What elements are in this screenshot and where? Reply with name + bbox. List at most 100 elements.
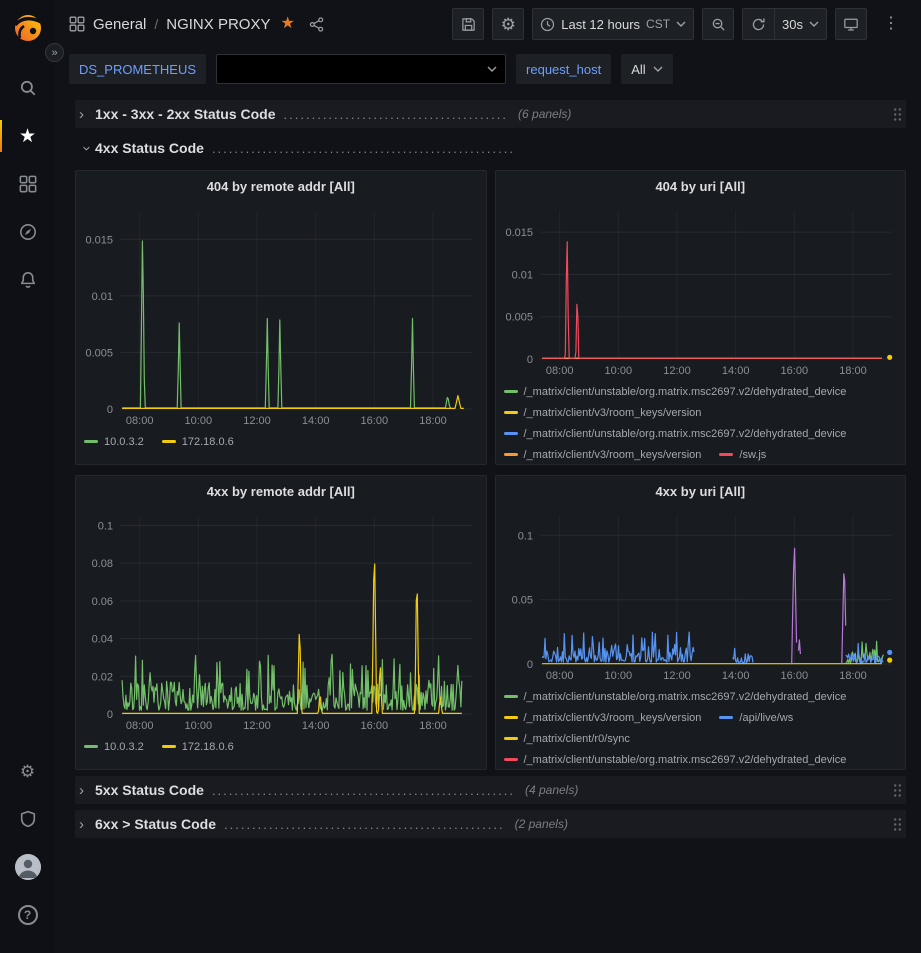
svg-text:0.04: 0.04 bbox=[92, 634, 113, 646]
refresh-interval-dropdown[interactable]: 30s bbox=[774, 8, 827, 40]
share-icon[interactable] bbox=[309, 17, 324, 32]
legend-item[interactable]: /_matrix/client/unstable/org.matrix.msc2… bbox=[504, 381, 847, 402]
legend-item[interactable]: /_matrix/client/v3/room_keys/version bbox=[504, 707, 702, 728]
legend-series-color bbox=[84, 745, 98, 748]
sidebar-expand-button[interactable]: » bbox=[45, 43, 64, 62]
panel-title[interactable]: 4xx by uri [All] bbox=[496, 476, 906, 506]
legend-item[interactable]: 172.18.0.6 bbox=[162, 431, 234, 452]
time-range-picker[interactable]: Last 12 hours CST bbox=[532, 8, 694, 40]
legend-item[interactable]: /_matrix/client/v3/room_keys/version bbox=[504, 444, 702, 464]
refresh-button[interactable] bbox=[742, 8, 774, 40]
chevron-down-icon: › bbox=[79, 140, 96, 156]
legend-item[interactable]: 172.18.0.6 bbox=[162, 736, 234, 757]
svg-text:08:00: 08:00 bbox=[545, 670, 573, 682]
legend-series-name: /_matrix/client/v3/room_keys/version bbox=[524, 712, 702, 724]
grafana-logo[interactable] bbox=[11, 10, 45, 44]
help-icon: ? bbox=[18, 905, 38, 925]
sidebar-item-server-admin[interactable] bbox=[0, 795, 55, 843]
breadcrumb-dashboard-title[interactable]: NGINX PROXY bbox=[166, 16, 270, 33]
svg-text:18:00: 18:00 bbox=[419, 415, 447, 427]
save-dashboard-button[interactable] bbox=[452, 8, 484, 40]
legend-item[interactable]: /_matrix/client/v3/room_keys/version bbox=[504, 402, 702, 423]
svg-text:0: 0 bbox=[526, 659, 532, 671]
time-series-chart[interactable]: 08:0010:0012:0014:0016:0018:0000.0050.01… bbox=[496, 201, 906, 379]
favorite-star-icon[interactable]: ★ bbox=[280, 16, 294, 32]
legend-item[interactable]: /_matrix/client/unstable/org.matrix.msc2… bbox=[504, 686, 847, 707]
top-navigation-bar: General / NGINX PROXY ★ ⚙ Last 12 hours … bbox=[55, 0, 921, 48]
legend-item[interactable]: /sw.js bbox=[719, 444, 766, 464]
panel-legend: /_matrix/client/unstable/org.matrix.msc2… bbox=[496, 379, 906, 464]
dashboard-canvas: › 1xx - 3xx - 2xx Status Code ..........… bbox=[55, 90, 921, 838]
row-drag-handle[interactable] bbox=[893, 817, 902, 832]
panel-title[interactable]: 404 by uri [All] bbox=[496, 171, 906, 201]
tv-mode-button[interactable] bbox=[835, 8, 867, 40]
panel-404-by-uri: 404 by uri [All] 08:0010:0012:0014:0016:… bbox=[495, 170, 907, 465]
row-header-1xx-3xx-2xx[interactable]: › 1xx - 3xx - 2xx Status Code ..........… bbox=[75, 100, 906, 128]
svg-text:0.01: 0.01 bbox=[511, 269, 532, 281]
request-host-variable-label[interactable]: request_host bbox=[516, 54, 611, 84]
dashboards-grid-icon bbox=[19, 175, 37, 193]
legend-series-name: /_matrix/client/unstable/org.matrix.msc2… bbox=[524, 428, 847, 440]
legend-series-name: /_matrix/client/unstable/org.matrix.msc2… bbox=[524, 386, 847, 398]
legend-series-name: 172.18.0.6 bbox=[182, 436, 234, 448]
legend-item[interactable]: /_matrix/client/unstable/org.matrix.msc2… bbox=[504, 423, 847, 444]
row-header-5xx[interactable]: › 5xx Status Code ......................… bbox=[75, 776, 906, 804]
legend-series-color bbox=[719, 453, 733, 456]
svg-text:08:00: 08:00 bbox=[126, 720, 154, 732]
zoom-out-time-button[interactable] bbox=[702, 8, 734, 40]
svg-text:0.02: 0.02 bbox=[92, 671, 113, 683]
chevron-down-icon bbox=[653, 66, 663, 73]
row-title-dots: ........................................ bbox=[284, 107, 508, 122]
shield-icon bbox=[19, 810, 37, 828]
panel-title[interactable]: 404 by remote addr [All] bbox=[76, 171, 486, 201]
panel-4xx-by-uri: 4xx by uri [All] 08:0010:0012:0014:0016:… bbox=[495, 475, 907, 770]
datasource-variable-select[interactable] bbox=[216, 54, 506, 84]
kebab-menu-button[interactable]: ⋮ bbox=[875, 8, 907, 40]
time-series-chart[interactable]: 08:0010:0012:0014:0016:0018:0000.020.040… bbox=[76, 506, 486, 734]
legend-item[interactable]: 10.0.3.2 bbox=[84, 431, 144, 452]
sidebar-item-configuration[interactable]: ⚙ bbox=[0, 747, 55, 795]
time-series-chart[interactable]: 08:0010:0012:0014:0016:0018:0000.0050.01… bbox=[76, 201, 486, 429]
legend-item[interactable]: 10.0.3.2 bbox=[84, 736, 144, 757]
legend-series-name: 172.18.0.6 bbox=[182, 741, 234, 753]
panel-4xx-by-remote-addr: 4xx by remote addr [All] 08:0010:0012:00… bbox=[75, 475, 487, 770]
sidebar-item-dashboards[interactable] bbox=[0, 160, 55, 208]
row-drag-handle[interactable] bbox=[893, 107, 902, 122]
dashboard-settings-button[interactable]: ⚙ bbox=[492, 8, 524, 40]
sidebar-item-search[interactable] bbox=[0, 64, 55, 112]
svg-text:18:00: 18:00 bbox=[419, 720, 447, 732]
sidebar-item-explore[interactable] bbox=[0, 208, 55, 256]
breadcrumb-folder[interactable]: General bbox=[93, 16, 146, 33]
panel-title-text: 404 by uri [All] bbox=[655, 179, 745, 194]
row-drag-handle[interactable] bbox=[893, 783, 902, 798]
time-zone-label: CST bbox=[646, 17, 670, 31]
svg-text:14:00: 14:00 bbox=[302, 720, 330, 732]
row-header-6xx[interactable]: › 6xx > Status Code ....................… bbox=[75, 810, 906, 838]
request-host-variable-select[interactable]: All bbox=[621, 54, 672, 84]
request-host-variable-value: All bbox=[631, 62, 645, 77]
panel-title[interactable]: 4xx by remote addr [All] bbox=[76, 476, 486, 506]
legend-series-color bbox=[162, 745, 176, 748]
save-icon bbox=[461, 17, 476, 32]
legend-item[interactable]: /_matrix/client/r0/sync bbox=[504, 728, 630, 749]
sidebar-item-profile[interactable] bbox=[0, 843, 55, 891]
row-header-4xx[interactable]: › 4xx Status Code ......................… bbox=[75, 134, 906, 162]
row-title-dots: ........................................… bbox=[212, 141, 515, 156]
legend-series-color bbox=[504, 432, 518, 435]
panel-title-text: 404 by remote addr [All] bbox=[207, 179, 355, 194]
sidebar-item-alerting[interactable] bbox=[0, 256, 55, 304]
svg-text:12:00: 12:00 bbox=[663, 670, 691, 682]
svg-text:10:00: 10:00 bbox=[185, 415, 213, 427]
legend-item[interactable]: /api/live/ws bbox=[719, 707, 793, 728]
panel-title-text: 4xx by uri [All] bbox=[655, 484, 745, 499]
sidebar-item-help[interactable]: ? bbox=[0, 891, 55, 939]
datasource-variable-label[interactable]: DS_PROMETHEUS bbox=[69, 54, 206, 84]
sidebar-item-starred[interactable]: ★ bbox=[0, 112, 55, 160]
legend-series-name: /_matrix/client/unstable/org.matrix.msc2… bbox=[524, 754, 847, 766]
avatar-icon bbox=[15, 854, 41, 880]
legend-item[interactable]: /_matrix/client/unstable/org.matrix.msc2… bbox=[504, 749, 847, 769]
row-title-dots: ........................................… bbox=[224, 817, 505, 832]
row-title-dots: ........................................… bbox=[212, 783, 515, 798]
row-title: 6xx > Status Code bbox=[95, 816, 216, 832]
time-series-chart[interactable]: 08:0010:0012:0014:0016:0018:0000.050.1 bbox=[496, 506, 906, 684]
